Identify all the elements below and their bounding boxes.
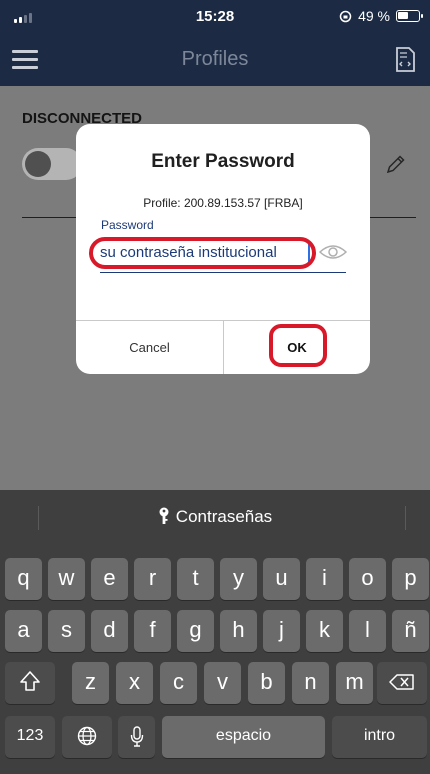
suggestion-label: Contraseñas: [175, 507, 273, 526]
key-a[interactable]: a: [5, 610, 42, 652]
key-u[interactable]: u: [263, 558, 300, 600]
key-n[interactable]: n: [292, 662, 329, 704]
passwords-suggestion[interactable]: Contraseñas: [0, 507, 430, 527]
key-o[interactable]: o: [349, 558, 386, 600]
delete-backspace-icon: [389, 674, 414, 690]
battery-icon: [396, 10, 423, 22]
highlight-annotation: [89, 237, 316, 269]
key-r[interactable]: r: [134, 558, 171, 600]
password-label: Password: [101, 218, 154, 232]
delete-key[interactable]: [377, 662, 427, 704]
key-p[interactable]: p: [392, 558, 429, 600]
key-y[interactable]: y: [220, 558, 257, 600]
key-x[interactable]: x: [116, 662, 153, 704]
key-d[interactable]: d: [91, 610, 128, 652]
suggestion-bar[interactable]: Contraseñas: [0, 490, 430, 546]
battery-percent: 49 %: [358, 8, 390, 24]
key-f[interactable]: f: [134, 610, 171, 652]
key-z[interactable]: z: [72, 662, 109, 704]
shift-icon: [20, 671, 40, 691]
edit-pencil-icon[interactable]: [384, 152, 408, 176]
key-b[interactable]: b: [248, 662, 285, 704]
key-w[interactable]: w: [48, 558, 85, 600]
cancel-button[interactable]: Cancel: [76, 320, 223, 374]
key-m[interactable]: m: [336, 662, 373, 704]
key-g[interactable]: g: [177, 610, 214, 652]
globe-key[interactable]: [62, 716, 112, 758]
password-dialog: Enter Password Profile: 200.89.153.57 [F…: [76, 124, 370, 374]
key-l[interactable]: l: [349, 610, 386, 652]
status-right: 49 %: [339, 8, 423, 24]
rotation-lock-icon: [339, 10, 352, 22]
key-n-tilde[interactable]: ñ: [392, 610, 429, 652]
key-h[interactable]: h: [220, 610, 257, 652]
globe-icon: [77, 726, 97, 746]
keyboard: Contraseñas q w e r t y u i o p a s d f …: [0, 490, 430, 774]
app-header: Profiles: [0, 34, 430, 86]
microphone-icon: [130, 726, 143, 747]
dialog-title: Enter Password: [151, 151, 295, 172]
key-e[interactable]: e: [91, 558, 128, 600]
key-v[interactable]: v: [204, 662, 241, 704]
key-icon: [159, 507, 169, 524]
import-profile-icon[interactable]: [394, 46, 416, 74]
numbers-key[interactable]: 123: [5, 716, 55, 758]
dictation-key[interactable]: [118, 716, 155, 758]
key-j[interactable]: j: [263, 610, 300, 652]
space-key[interactable]: espacio: [162, 716, 325, 758]
key-i[interactable]: i: [306, 558, 343, 600]
key-k[interactable]: k: [306, 610, 343, 652]
page-title: Profiles: [181, 48, 249, 70]
show-password-eye-icon[interactable]: [318, 242, 348, 262]
key-t[interactable]: t: [177, 558, 214, 600]
key-c[interactable]: c: [160, 662, 197, 704]
status-bar: 15:28 49 %: [0, 0, 430, 34]
shift-key[interactable]: [5, 662, 55, 704]
key-q[interactable]: q: [5, 558, 42, 600]
highlight-annotation: [269, 324, 327, 367]
return-key[interactable]: intro: [332, 716, 427, 758]
key-s[interactable]: s: [48, 610, 85, 652]
profile-label: Profile: 200.89.153.57 [FRBA]: [143, 196, 303, 210]
connect-toggle[interactable]: [22, 148, 82, 180]
